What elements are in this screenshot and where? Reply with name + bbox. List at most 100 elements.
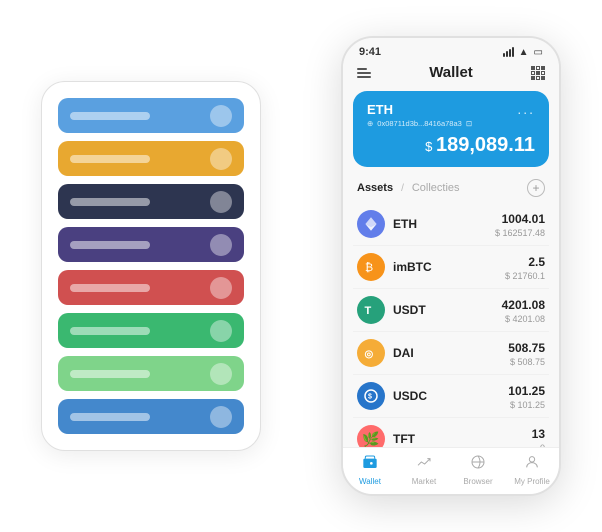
eth-address-text: 0x08711d3b...8416a78a3 [377, 119, 462, 128]
list-item[interactable]: ETH 1004.01 $ 162517.48 [353, 203, 549, 246]
token-dai-usd: $ 508.75 [508, 357, 545, 367]
card-item[interactable] [58, 399, 244, 434]
card-label [70, 284, 150, 292]
token-tft-name: TFT [393, 432, 532, 446]
card-label [70, 241, 150, 249]
card-icon [210, 363, 232, 385]
scan-cell [531, 66, 535, 70]
eth-address-icon: ⊕ [367, 119, 373, 128]
token-usdt-usd: $ 4201.08 [502, 314, 545, 324]
menu-line-long2 [357, 76, 371, 78]
card-icon [210, 277, 232, 299]
card-label [70, 112, 150, 120]
card-item[interactable] [58, 270, 244, 305]
token-usdc-name: USDC [393, 389, 508, 403]
nav-profile-label: My Profile [514, 477, 550, 486]
scan-cell [536, 71, 540, 75]
tab-collecties[interactable]: Collecties [412, 182, 460, 194]
card-item[interactable] [58, 356, 244, 391]
scan-cell [531, 76, 535, 80]
card-icon [210, 406, 232, 428]
list-item[interactable]: T USDT 4201.08 $ 4201.08 [353, 289, 549, 332]
token-usdt-name: USDT [393, 303, 502, 317]
page-title: Wallet [429, 64, 473, 81]
scan-cell [541, 76, 545, 80]
phone-scroll[interactable]: ETH ... ⊕ 0x08711d3b...8416a78a3 ⊡ $ 189… [343, 87, 559, 447]
menu-line-short [357, 68, 367, 70]
phone-header: Wallet [343, 60, 559, 87]
card-item[interactable] [58, 184, 244, 219]
svg-text:◎: ◎ [365, 349, 374, 360]
token-dai-name: DAI [393, 346, 508, 360]
assets-tabs: Assets / Collecties [357, 182, 460, 194]
svg-text:₿: ₿ [365, 262, 373, 274]
nav-browser-label: Browser [463, 477, 492, 486]
scan-cell [541, 66, 545, 70]
nav-browser[interactable]: Browser [451, 454, 505, 486]
eth-card-header: ETH ... [367, 101, 535, 117]
scan-cell [536, 76, 540, 80]
menu-line-long [357, 72, 371, 74]
list-item[interactable]: ◎ DAI 508.75 $ 508.75 [353, 332, 549, 375]
card-item[interactable] [58, 141, 244, 176]
eth-card-address: ⊕ 0x08711d3b...8416a78a3 ⊡ [367, 119, 535, 128]
profile-nav-icon [524, 454, 540, 475]
list-item[interactable]: $ USDC 101.25 $ 101.25 [353, 375, 549, 418]
tab-assets[interactable]: Assets [357, 182, 393, 194]
add-icon: + [532, 181, 539, 195]
phone: 9:41 ▲ ▭ Wallet [341, 36, 561, 496]
token-eth-usd: $ 162517.48 [495, 228, 545, 238]
scene: 9:41 ▲ ▭ Wallet [11, 11, 591, 521]
card-icon [210, 148, 232, 170]
scan-row [531, 76, 545, 80]
nav-market-label: Market [412, 477, 436, 486]
back-cards-panel [41, 81, 261, 451]
token-usdc-usd: $ 101.25 [508, 400, 545, 410]
card-icon [210, 191, 232, 213]
token-tft-amount: 13 [532, 427, 545, 441]
tab-divider: / [401, 183, 404, 194]
market-nav-icon [416, 454, 432, 475]
token-tft-amounts: 13 0 [532, 425, 545, 447]
svg-text:$: $ [368, 394, 372, 401]
nav-profile[interactable]: My Profile [505, 454, 559, 486]
eth-card-name: ETH [367, 102, 393, 117]
scan-cell [536, 66, 540, 70]
eth-card-options[interactable]: ... [517, 101, 535, 117]
dai-icon: ◎ [357, 339, 385, 367]
usdc-icon: $ [357, 382, 385, 410]
nav-wallet-label: Wallet [359, 477, 381, 486]
svg-text:T: T [365, 305, 372, 317]
token-imbtc-name: imBTC [393, 260, 505, 274]
token-eth-name: ETH [393, 217, 495, 231]
eth-balance-prefix: $ [425, 139, 436, 154]
eth-icon [357, 210, 385, 238]
eth-balance-card[interactable]: ETH ... ⊕ 0x08711d3b...8416a78a3 ⊡ $ 189… [353, 91, 549, 167]
eth-card-balance: $ 189,089.11 [367, 134, 535, 157]
scan-row [531, 66, 545, 70]
add-asset-button[interactable]: + [527, 179, 545, 197]
card-label [70, 155, 150, 163]
card-item[interactable] [58, 98, 244, 133]
token-eth-amounts: 1004.01 $ 162517.48 [495, 210, 545, 238]
wallet-nav-icon [362, 454, 378, 475]
card-item[interactable] [58, 227, 244, 262]
list-item[interactable]: ₿ imBTC 2.5 $ 21760.1 [353, 246, 549, 289]
token-usdt-amount: 4201.08 [502, 298, 545, 312]
browser-nav-icon [470, 454, 486, 475]
assets-header: Assets / Collecties + [343, 177, 559, 203]
token-imbtc-amount: 2.5 [528, 255, 545, 269]
nav-market[interactable]: Market [397, 454, 451, 486]
token-imbtc-usd: $ 21760.1 [505, 271, 545, 281]
status-bar: 9:41 ▲ ▭ [343, 38, 559, 60]
list-item[interactable]: 🌿 TFT 13 0 [353, 418, 549, 447]
token-usdc-amount: 101.25 [508, 384, 545, 398]
card-icon [210, 105, 232, 127]
menu-icon[interactable] [357, 68, 371, 78]
card-item[interactable] [58, 313, 244, 348]
status-time: 9:41 [359, 46, 381, 58]
scan-icon[interactable] [531, 66, 545, 80]
nav-wallet[interactable]: Wallet [343, 454, 397, 486]
card-label [70, 370, 150, 378]
token-list: ETH 1004.01 $ 162517.48 ₿ imBTC 2.5 [343, 203, 559, 447]
